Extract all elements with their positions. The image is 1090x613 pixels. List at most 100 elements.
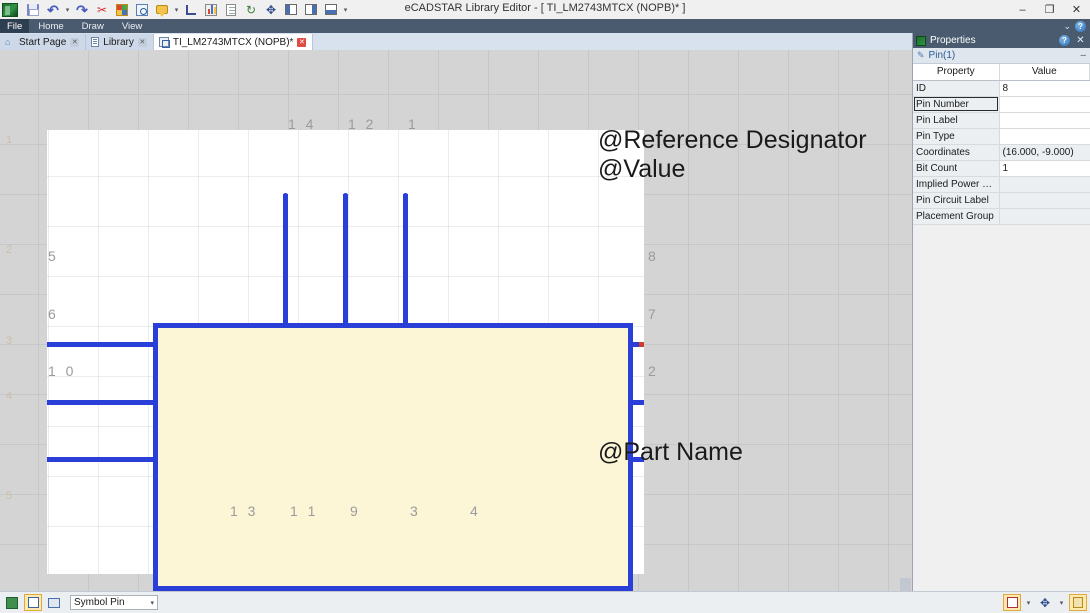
cut-icon[interactable]: ✂ [92,1,112,19]
reference-designator-text[interactable]: @Reference Designator [598,126,867,155]
pin-stem-left-3[interactable] [47,457,157,462]
save-icon[interactable] [23,1,43,19]
chart-icon[interactable] [201,1,221,19]
undo-icon[interactable]: ↶ [43,1,63,19]
crosshair-icon[interactable]: ✥ [1036,594,1054,611]
pin-stem-top-1[interactable] [283,194,288,328]
property-value-pin-label[interactable] [999,112,1090,129]
pin-number-bottom-3: 9 [350,503,361,519]
pin-number-bottom-4: 3 [410,503,421,519]
property-name-pin-label: Pin Label [913,112,1000,129]
redo-icon[interactable]: ↷ [72,1,92,19]
menu-home[interactable]: Home [29,19,72,33]
table-row[interactable]: Pin Number [913,96,1090,113]
tab-symbol-editor-close-icon[interactable]: ✕ [297,37,307,47]
table-row[interactable]: Placement Group [913,208,1090,225]
pin-endpoint-top-2[interactable] [343,193,348,198]
layers-icon[interactable] [3,594,21,611]
crosshair-caret[interactable]: ▾ [1057,599,1066,607]
pin-endpoint-left-2[interactable] [47,400,52,405]
menu-file[interactable]: File [0,19,30,33]
pin-stem-left-2[interactable] [47,400,157,405]
tab-symbol-editor[interactable]: TI_LM2743MTCX (NOPB)* ✕ [153,34,314,50]
properties-close-icon[interactable]: ✕ [1074,35,1087,46]
pin-endpoint-left-1[interactable] [47,342,52,347]
measure-icon[interactable] [1069,594,1087,611]
chevron-down-icon[interactable]: ▾ [150,599,154,607]
part-name-text[interactable]: @Part Name [598,438,743,467]
panel-left-icon[interactable] [281,1,301,19]
ruler-mark-1: 1 [6,134,13,146]
tab-start-page-close-icon[interactable]: ✕ [70,37,80,47]
display-icon[interactable] [45,594,63,611]
ruler-mark-5: 5 [6,490,13,502]
property-value-id[interactable]: 8 [999,80,1090,97]
pin-endpoint-top-1[interactable] [283,193,288,198]
help-icon[interactable]: ? [1075,20,1086,32]
symbol-icon [158,37,170,48]
snap-caret[interactable]: ▾ [1024,599,1033,607]
property-value-placement-group [999,208,1090,225]
property-value-pin-number[interactable] [999,96,1090,113]
table-row[interactable]: Implied Power Signal [913,176,1090,193]
property-value-pin-type[interactable] [999,128,1090,145]
move-icon[interactable]: ✥ [261,1,281,19]
maximize-button[interactable]: ❐ [1036,0,1063,19]
properties-minimize-icon[interactable]: – [1080,50,1086,61]
pin-stem-top-3[interactable] [403,194,408,328]
tab-symbol-editor-label: TI_LM2743MTCX (NOPB)* [172,36,294,48]
dimension-icon[interactable] [181,1,201,19]
snap-grid-icon[interactable] [1003,594,1021,611]
tab-library[interactable]: Library ✕ [86,34,154,50]
table-row[interactable]: Bit Count 1 [913,160,1090,177]
pin-endpoint-right-1-selected[interactable] [639,342,644,347]
table-row[interactable]: Pin Circuit Label [913,192,1090,209]
close-button[interactable]: ✕ [1063,0,1090,19]
tab-start-page-label: Start Page [19,36,67,48]
paste-icon[interactable] [112,1,132,19]
pin-endpoint-top-3[interactable] [403,193,408,198]
pin-icon: ✎ [917,50,925,60]
panel-right-icon[interactable] [301,1,321,19]
property-value-bit-count[interactable]: 1 [999,160,1090,177]
table-row[interactable]: Pin Type [913,128,1090,145]
vertical-scrollbar[interactable] [900,578,911,591]
comment-dropdown-caret[interactable]: ▾ [172,6,181,14]
menu-draw[interactable]: Draw [73,19,113,33]
zoom-window-icon[interactable] [132,1,152,19]
document-icon[interactable] [221,1,241,19]
mode-combobox[interactable]: Symbol Pin ▾ [70,595,158,610]
ecadstar-app-icon[interactable] [2,2,18,17]
table-row[interactable]: Coordinates (16.000, -9.000) [913,144,1090,161]
refresh-icon[interactable]: ↻ [241,1,261,19]
customize-qat-caret[interactable]: ▾ [341,6,350,14]
undo-dropdown-caret[interactable]: ▾ [63,6,72,14]
pin-stem-top-2[interactable] [343,194,348,328]
minimize-button[interactable]: – [1009,0,1036,19]
property-name-coordinates: Coordinates [913,144,1000,161]
chevron-down-icon[interactable]: ⌄ [1063,21,1071,32]
properties-subject-header[interactable]: ✎ Pin(1) – [913,48,1090,64]
library-icon [91,37,100,47]
symbol-body-rectangle[interactable] [153,323,633,591]
pin-stem-left-1[interactable] [47,342,157,347]
pin-number-bottom-2: 1 1 [290,503,319,519]
property-name-pin-number: Pin Number [913,96,1000,113]
panel-bottom-icon[interactable] [321,1,341,19]
grid-toggle-icon[interactable] [24,594,42,611]
table-row[interactable]: Pin Label [913,112,1090,129]
pin-endpoint-left-3[interactable] [47,457,52,462]
pin-number-top-3: 1 [408,116,419,132]
tab-library-close-icon[interactable]: ✕ [137,37,147,47]
comment-icon[interactable] [152,1,172,19]
drawing-sheet[interactable] [47,130,644,591]
pin-endpoint-right-2[interactable] [639,400,644,405]
value-attribute-text[interactable]: @Value [598,155,685,184]
symbol-canvas[interactable]: 1 2 3 4 5 1 4 1 2 1 5 6 1 0 8 7 2 1 3 1 … [0,50,912,591]
property-name-pin-circuit-label: Pin Circuit Label [913,192,1000,209]
table-row[interactable]: ID 8 [913,80,1090,97]
property-name-implied-power-signal: Implied Power Signal [913,176,1000,193]
properties-help-icon[interactable]: ? [1059,35,1070,46]
menu-view[interactable]: View [113,19,151,33]
tab-start-page[interactable]: ⌂ Start Page ✕ [0,34,87,50]
